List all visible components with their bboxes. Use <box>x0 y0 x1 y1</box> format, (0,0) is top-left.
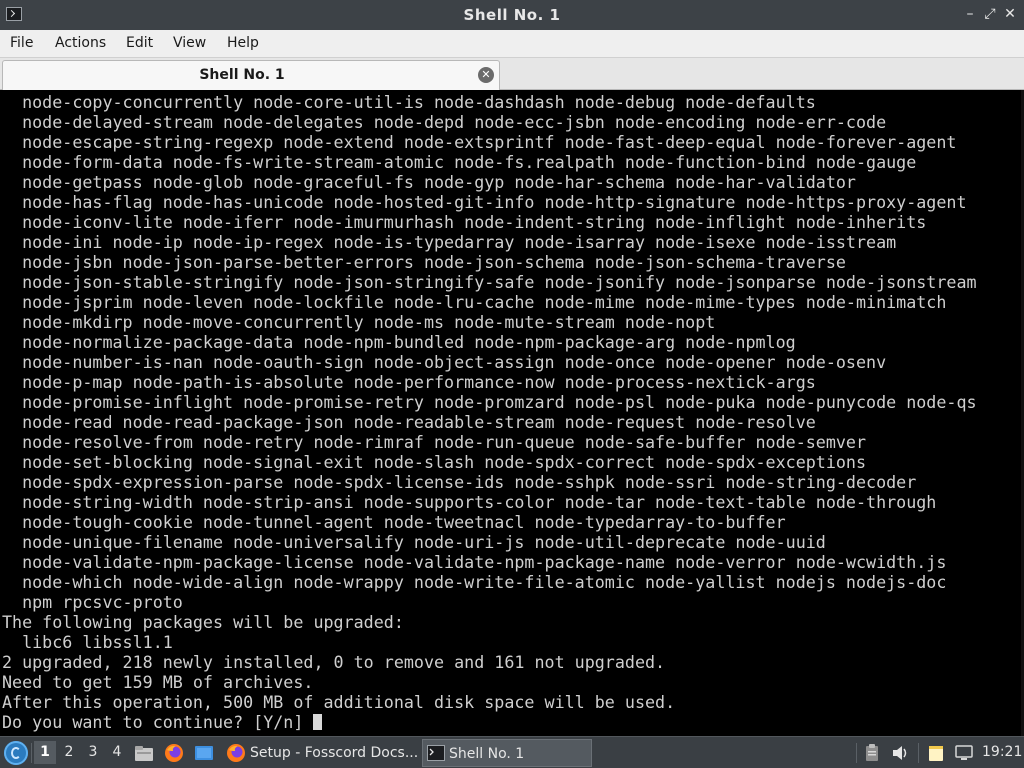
task-label: Shell No. 1 <box>449 746 525 762</box>
terminal-line: After this operation, 500 MB of addition… <box>2 692 676 712</box>
terminal-line: Need to get 159 MB of archives. <box>2 672 314 692</box>
terminal-line: node-p-map node-path-is-absolute node-pe… <box>2 372 816 392</box>
terminal-line: node-validate-npm-package-license node-v… <box>2 552 947 572</box>
maximize-button[interactable]: ⤢ <box>982 5 998 23</box>
terminal-line: node-number-is-nan node-oauth-sign node-… <box>2 352 887 372</box>
menu-view[interactable]: View <box>173 35 206 51</box>
menu-edit[interactable]: Edit <box>126 35 153 51</box>
terminal-line: node-copy-concurrently node-core-util-is… <box>2 92 816 112</box>
prompt-text: Do you want to continue? [Y/n] <box>2 712 314 732</box>
task-firefox-setup[interactable]: Setup - Fosscord Docs... <box>222 739 420 767</box>
terminal-line: node-normalize-package-data node-npm-bun… <box>2 332 796 352</box>
taskbar-separator <box>31 743 32 763</box>
terminal-line: libc6 libssl1.1 <box>2 632 173 652</box>
terminal-line: node-string-width node-strip-ansi node-s… <box>2 492 937 512</box>
terminal-line: node-form-data node-fs-write-stream-atom… <box>2 152 917 172</box>
tab-bar: Shell No. 1 ✕ <box>0 58 1024 90</box>
minimize-button[interactable]: – <box>962 5 978 23</box>
window-titlebar[interactable]: Shell No. 1 – ⤢ ✕ <box>0 0 1024 30</box>
taskbar-separator <box>856 743 857 763</box>
file-manager-icon[interactable] <box>134 743 154 763</box>
workspace-2[interactable]: 2 <box>58 741 80 764</box>
terminal-line: node-jsprim node-leven node-lockfile nod… <box>2 292 947 312</box>
terminal-line: node-set-blocking node-signal-exit node-… <box>2 452 867 472</box>
terminal-cursor <box>313 714 323 730</box>
terminal-line: node-delayed-stream node-delegates node-… <box>2 112 887 132</box>
menu-actions[interactable]: Actions <box>55 35 106 51</box>
terminal-prompt-line[interactable]: Do you want to continue? [Y/n] <box>2 712 323 732</box>
taskbar: 1 2 3 4 Setup - Fosscord Docs... Shell N… <box>0 736 1024 768</box>
terminal-line: node-read node-read-package-json node-re… <box>2 412 816 432</box>
terminal-line: 2 upgraded, 218 newly installed, 0 to re… <box>2 652 666 672</box>
terminal-line: node-escape-string-regexp node-extend no… <box>2 132 957 152</box>
workspace-4[interactable]: 4 <box>106 741 128 764</box>
workspace-3[interactable]: 3 <box>82 741 104 764</box>
terminal-line: node-promise-inflight node-promise-retry… <box>2 392 977 412</box>
desktop-icon[interactable] <box>194 743 214 763</box>
clipboard-icon[interactable] <box>862 743 882 763</box>
terminal-line: node-unique-filename node-universalify n… <box>2 532 826 552</box>
terminal-line: node-spdx-expression-parse node-spdx-lic… <box>2 472 917 492</box>
menu-file[interactable]: File <box>10 35 33 51</box>
tab-shell-1[interactable]: Shell No. 1 ✕ <box>2 60 500 90</box>
terminal-line: node-resolve-from node-retry node-rimraf… <box>2 432 867 452</box>
terminal-icon <box>427 745 445 761</box>
taskbar-separator <box>918 743 919 763</box>
menu-bar: File Actions Edit View Help <box>0 30 1024 58</box>
terminal-line: node-ini node-ip node-ip-regex node-is-t… <box>2 232 897 252</box>
terminal-output[interactable]: node-copy-concurrently node-core-util-is… <box>0 90 1024 736</box>
start-menu-icon[interactable] <box>4 741 28 765</box>
workspace-1[interactable]: 1 <box>34 741 56 764</box>
terminal-line: node-tough-cookie node-tunnel-agent node… <box>2 512 786 532</box>
task-shell-1[interactable]: Shell No. 1 <box>422 739 592 767</box>
terminal-line: node-iconv-lite node-iferr node-imurmurh… <box>2 212 927 232</box>
clock[interactable]: 19:21 <box>982 744 1022 760</box>
terminal-line: node-has-flag node-has-unicode node-host… <box>2 192 967 212</box>
tab-label: Shell No. 1 <box>199 67 285 83</box>
terminal-line: npm rpcsvc-proto <box>2 592 183 612</box>
terminal-line: node-mkdirp node-move-concurrently node-… <box>2 312 716 332</box>
terminal-line: node-getpass node-glob node-graceful-fs … <box>2 172 856 192</box>
notes-icon[interactable] <box>926 743 946 763</box>
firefox-icon <box>227 744 245 762</box>
firefox-icon[interactable] <box>164 743 184 763</box>
terminal-line: node-which node-wide-align node-wrappy n… <box>2 572 947 592</box>
close-button[interactable]: ✕ <box>1002 5 1018 23</box>
terminal-line: node-jsbn node-json-parse-better-errors … <box>2 252 846 272</box>
task-label: Setup - Fosscord Docs... <box>250 745 419 761</box>
terminal-line: The following packages will be upgraded: <box>2 612 404 632</box>
menu-help[interactable]: Help <box>227 35 259 51</box>
window-title: Shell No. 1 <box>463 6 561 24</box>
network-icon[interactable] <box>954 743 974 763</box>
volume-icon[interactable] <box>890 743 910 763</box>
tab-close-icon[interactable]: ✕ <box>478 67 494 83</box>
terminal-line: node-json-stable-stringify node-json-str… <box>2 272 977 292</box>
